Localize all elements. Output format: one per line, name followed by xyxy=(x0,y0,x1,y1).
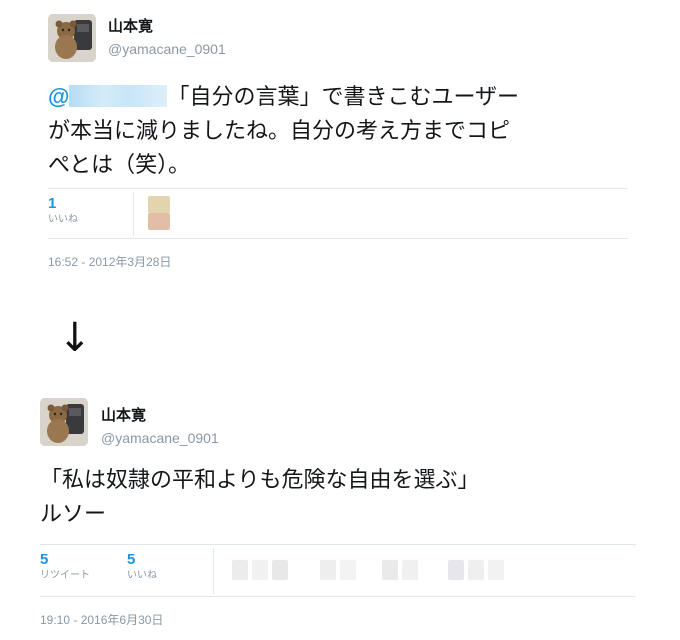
liker-avatar-redacted xyxy=(252,560,268,580)
tweet-text-line: 「私は奴隷の平和よりも危険な自由を選ぶ」 xyxy=(40,468,480,493)
likes-stat[interactable]: 5 いいね xyxy=(127,551,157,583)
liker-avatars[interactable] xyxy=(148,196,170,230)
tweet-card-1: 山本寛 @yamacane_0901 @ 「自分の言葉」で書きこむユーザー が本当… xyxy=(0,0,680,280)
avatar[interactable] xyxy=(40,398,88,446)
author-handle[interactable]: @yamacane_0901 xyxy=(101,429,219,447)
timestamp[interactable]: 19:10 - 2016年6月30日 xyxy=(40,611,163,628)
tweet-text-line: ぺとは（笑）。 xyxy=(48,153,191,178)
author-name[interactable]: 山本寛 xyxy=(108,17,153,35)
divider xyxy=(213,548,214,594)
liker-avatar-redacted xyxy=(148,213,170,230)
tweet-text: @ 「自分の言葉」で書きこむユーザー が本当に減りましたね。自分の考え方までコピ … xyxy=(48,80,519,183)
mention-redacted xyxy=(69,85,168,107)
tweet-text: 「私は奴隷の平和よりも危険な自由を選ぶ」 ルソー xyxy=(40,464,480,532)
tweet-card-2: 山本寛 @yamacane_0901 「私は奴隷の平和よりも危険な自由を選ぶ」 … xyxy=(0,390,680,640)
liker-avatar-redacted xyxy=(382,560,398,580)
tweet-line-1: @ 「自分の言葉」で書きこむユーザー xyxy=(48,80,519,115)
liker-avatar-redacted xyxy=(232,560,248,580)
liker-avatar-redacted xyxy=(320,560,336,580)
liker-avatar-redacted xyxy=(340,560,356,580)
tweet-text-line: が本当に減りましたね。自分の考え方までコピ xyxy=(48,119,511,144)
likes-label: いいね xyxy=(48,214,78,225)
divider xyxy=(48,188,628,189)
divider xyxy=(40,544,636,545)
liker-avatar-redacted xyxy=(272,560,288,580)
tweet-text-line: 「自分の言葉」で書きこむユーザー xyxy=(167,85,520,110)
retweets-count: 5 xyxy=(40,551,49,568)
liker-avatar-redacted xyxy=(148,196,170,213)
mention-link[interactable]: @ xyxy=(48,84,168,109)
divider xyxy=(40,596,636,597)
liker-avatar-redacted xyxy=(448,560,464,580)
liker-avatar-redacted xyxy=(468,560,484,580)
timestamp[interactable]: 16:52 - 2012年3月28日 xyxy=(48,253,171,270)
author-handle[interactable]: @yamacane_0901 xyxy=(108,40,226,58)
likes-count: 1 xyxy=(48,195,57,212)
liker-avatar-redacted xyxy=(488,560,504,580)
retweets-stat[interactable]: 5 リツイート xyxy=(40,551,90,583)
retweets-label: リツイート xyxy=(40,570,90,581)
liker-avatar-redacted xyxy=(402,560,418,580)
divider xyxy=(133,192,134,236)
down-arrow-icon: ↓ xyxy=(58,315,92,361)
mention-at: @ xyxy=(48,84,70,109)
tweet-text-line: ルソー xyxy=(40,502,107,527)
author-name[interactable]: 山本寛 xyxy=(101,406,146,424)
likes-count: 5 xyxy=(127,551,136,568)
divider xyxy=(48,238,628,239)
likes-label: いいね xyxy=(127,570,157,581)
liker-avatars[interactable] xyxy=(232,560,552,580)
avatar[interactable] xyxy=(48,14,96,62)
likes-stat[interactable]: 1 いいね xyxy=(48,195,78,227)
